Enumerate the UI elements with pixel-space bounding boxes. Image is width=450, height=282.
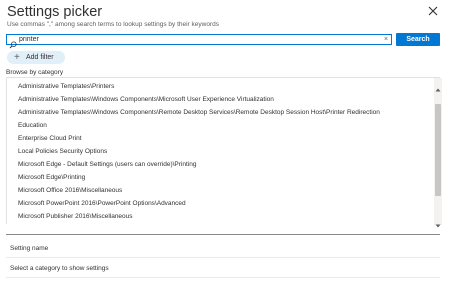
category-list-item[interactable]: Local Policies Security Options: [18, 148, 107, 155]
category-list-item[interactable]: Microsoft Office 2016\Miscellaneous: [18, 187, 122, 194]
page-title: Settings picker: [7, 4, 103, 20]
search-icon: [9, 36, 17, 49]
scroll-down-icon[interactable]: [435, 216, 441, 228]
settings-empty-message: Select a category to show settings: [10, 265, 109, 272]
category-list-item[interactable]: Microsoft Edge\Printing: [18, 174, 85, 181]
add-filter-button[interactable]: + Add filter: [7, 51, 65, 64]
category-list: Administrative Templates\Printers Admini…: [6, 77, 442, 228]
section-divider: [6, 234, 440, 235]
search-input[interactable]: [19, 35, 379, 44]
search-hint-text: Use commas "," among search terms to loo…: [7, 21, 219, 28]
add-filter-label: Add filter: [26, 54, 54, 61]
category-list-item[interactable]: Administrative Templates\Windows Compone…: [18, 96, 274, 103]
close-icon[interactable]: [427, 5, 439, 17]
search-field[interactable]: ×: [6, 34, 392, 49]
scrollbar-thumb[interactable]: [435, 104, 441, 196]
search-button[interactable]: Search: [396, 33, 440, 46]
clear-search-icon[interactable]: ×: [384, 36, 388, 44]
row-divider: [6, 277, 440, 278]
category-list-item[interactable]: Microsoft Publisher 2016\Miscellaneous: [18, 213, 133, 220]
category-list-item[interactable]: Microsoft Edge - Default Settings (users…: [18, 161, 196, 168]
category-list-scrollbar[interactable]: [434, 78, 442, 228]
browse-by-category-label: Browse by category: [6, 69, 64, 76]
category-list-item[interactable]: Administrative Templates\Printers: [18, 83, 114, 90]
scroll-up-icon[interactable]: [435, 80, 441, 92]
setting-name-column-header: Setting name: [10, 245, 49, 252]
plus-icon: +: [14, 52, 20, 63]
category-list-item[interactable]: Microsoft PowerPoint 2016\PowerPoint Opt…: [18, 200, 186, 207]
category-list-item[interactable]: Administrative Templates\Windows Compone…: [18, 109, 380, 116]
category-list-item[interactable]: Enterprise Cloud Print: [18, 135, 82, 142]
header-divider: [6, 257, 440, 258]
category-list-item[interactable]: Education: [18, 122, 47, 129]
